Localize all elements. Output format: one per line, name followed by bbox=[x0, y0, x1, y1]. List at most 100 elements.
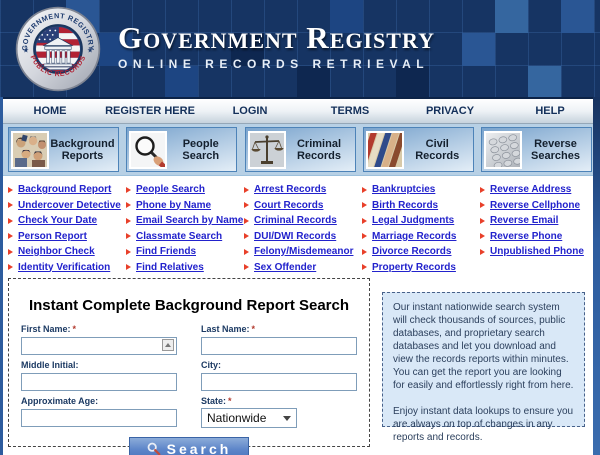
link-arrow-icon bbox=[244, 249, 249, 255]
link-arrow-icon bbox=[244, 233, 249, 239]
link-dui-dwi-records[interactable]: DUI/DWI Records bbox=[244, 231, 356, 242]
link-reverse-address[interactable]: Reverse Address bbox=[480, 184, 592, 195]
last-name-input[interactable] bbox=[201, 337, 357, 355]
link-arrow-icon bbox=[362, 249, 367, 255]
state-select[interactable]: Nationwide bbox=[201, 408, 297, 428]
link-background-report[interactable]: Background Report bbox=[8, 184, 120, 195]
category-band: Background Reports People Search bbox=[0, 124, 600, 176]
category-label: People Search bbox=[167, 138, 234, 162]
nav-item-privacy[interactable]: PRIVACY bbox=[400, 99, 500, 123]
link-arrow-icon bbox=[126, 233, 131, 239]
nav-item-help[interactable]: HELP bbox=[500, 99, 600, 123]
search-button[interactable]: Search bbox=[129, 437, 249, 455]
first-name-label: First Name:* bbox=[21, 324, 177, 334]
page-right-border bbox=[593, 97, 600, 455]
link-felony-misdemeanor[interactable]: Felony/Misdemeanor bbox=[244, 246, 356, 257]
category-label: Background Reports bbox=[49, 138, 116, 162]
quick-links: Background Report Undercover Detective C… bbox=[0, 176, 600, 276]
autofill-icon[interactable] bbox=[162, 339, 174, 351]
link-court-records[interactable]: Court Records bbox=[244, 200, 356, 211]
link-sex-offender[interactable]: Sex Offender bbox=[244, 262, 356, 273]
link-arrow-icon bbox=[126, 264, 131, 270]
link-arrow-icon bbox=[126, 202, 131, 208]
approximate-age-input[interactable] bbox=[21, 409, 177, 427]
link-email-search-by-name[interactable]: Email Search by Name bbox=[126, 215, 238, 226]
link-column-civil-records: Bankruptcies Birth Records Legal Judgmen… bbox=[362, 184, 474, 276]
link-legal-judgments[interactable]: Legal Judgments bbox=[362, 215, 474, 226]
link-arrow-icon bbox=[244, 218, 249, 224]
flag-image bbox=[36, 27, 80, 71]
form-title: Instant Complete Background Report Searc… bbox=[21, 297, 357, 314]
first-name-input[interactable] bbox=[21, 337, 177, 355]
info-paragraph: Our instant nationwide search system wil… bbox=[393, 301, 574, 392]
category-label: Criminal Records bbox=[286, 138, 353, 162]
category-people-search[interactable]: People Search bbox=[126, 127, 237, 172]
category-background-reports[interactable]: Background Reports bbox=[8, 127, 119, 172]
nav-item-terms[interactable]: TERMS bbox=[300, 99, 400, 123]
info-box: Our instant nationwide search system wil… bbox=[382, 292, 585, 427]
link-marriage-records[interactable]: Marriage Records bbox=[362, 231, 474, 242]
mosaic-square bbox=[462, 33, 495, 66]
nav-item-home[interactable]: HOME bbox=[0, 99, 100, 123]
link-arrow-icon bbox=[362, 202, 367, 208]
category-reverse-searches[interactable]: Reverse Searches bbox=[481, 127, 592, 172]
chevron-down-icon bbox=[283, 416, 291, 421]
seal-star-right-icon: ★ bbox=[87, 47, 93, 55]
site-subtitle: ONLINE RECORDS RETRIEVAL bbox=[118, 57, 435, 71]
category-label: Reverse Searches bbox=[522, 138, 589, 162]
middle-initial-label: Middle Initial: bbox=[21, 360, 177, 370]
link-divorce-records[interactable]: Divorce Records bbox=[362, 246, 474, 257]
link-phone-by-name[interactable]: Phone by Name bbox=[126, 200, 238, 211]
middle-initial-input[interactable] bbox=[21, 373, 177, 391]
link-arrest-records[interactable]: Arrest Records bbox=[244, 184, 356, 195]
nav-item-login[interactable]: LOGIN bbox=[200, 99, 300, 123]
link-column-people-search: People Search Phone by Name Email Search… bbox=[126, 184, 238, 276]
link-people-search[interactable]: People Search bbox=[126, 184, 238, 195]
link-find-friends[interactable]: Find Friends bbox=[126, 246, 238, 257]
link-find-relatives[interactable]: Find Relatives bbox=[126, 262, 238, 273]
last-name-field: Last Name:* bbox=[201, 324, 357, 355]
link-arrow-icon bbox=[480, 202, 485, 208]
city-input[interactable] bbox=[201, 373, 357, 391]
link-column-reverse-searches: Reverse Address Reverse Cellphone Revers… bbox=[480, 184, 592, 276]
link-unpublished-phone[interactable]: Unpublished Phone bbox=[480, 246, 592, 257]
link-identity-verification[interactable]: Identity Verification bbox=[8, 262, 120, 273]
main-nav: HOME REGISTER HERE LOGIN TERMS PRIVACY H… bbox=[0, 97, 600, 124]
city-label: City: bbox=[201, 360, 357, 370]
link-arrow-icon bbox=[244, 187, 249, 193]
link-person-report[interactable]: Person Report bbox=[8, 231, 120, 242]
info-paragraph: Enjoy instant data lookups to ensure you… bbox=[393, 405, 574, 444]
link-neighbor-check[interactable]: Neighbor Check bbox=[8, 246, 120, 257]
nav-item-register-here[interactable]: REGISTER HERE bbox=[100, 99, 200, 123]
link-property-records[interactable]: Property Records bbox=[362, 262, 474, 273]
link-reverse-email[interactable]: Reverse Email bbox=[480, 215, 592, 226]
link-classmate-search[interactable]: Classmate Search bbox=[126, 231, 238, 242]
link-bankruptcies[interactable]: Bankruptcies bbox=[362, 184, 474, 195]
phone-keypad-photo bbox=[484, 131, 522, 169]
link-undercover-detective[interactable]: Undercover Detective bbox=[8, 200, 120, 211]
search-icon bbox=[147, 442, 161, 455]
link-criminal-records[interactable]: Criminal Records bbox=[244, 215, 356, 226]
last-name-label: Last Name:* bbox=[201, 324, 357, 334]
mosaic-square bbox=[561, 0, 594, 33]
link-arrow-icon bbox=[8, 249, 13, 255]
link-check-your-date[interactable]: Check Your Date bbox=[8, 215, 120, 226]
seal-star-left-icon: ★ bbox=[23, 47, 29, 55]
category-criminal-records[interactable]: Criminal Records bbox=[245, 127, 356, 172]
link-arrow-icon bbox=[126, 187, 131, 193]
link-column-background-reports: Background Report Undercover Detective C… bbox=[8, 184, 120, 276]
link-arrow-icon bbox=[362, 233, 367, 239]
justice-scales-photo bbox=[248, 131, 286, 169]
link-arrow-icon bbox=[480, 218, 485, 224]
link-arrow-icon bbox=[8, 187, 13, 193]
category-civil-records[interactable]: Civil Records bbox=[363, 127, 474, 172]
link-arrow-icon bbox=[480, 249, 485, 255]
colored-pencils-photo bbox=[366, 131, 404, 169]
link-birth-records[interactable]: Birth Records bbox=[362, 200, 474, 211]
page-left-border bbox=[0, 97, 3, 455]
link-reverse-phone[interactable]: Reverse Phone bbox=[480, 231, 592, 242]
link-arrow-icon bbox=[244, 264, 249, 270]
magnifying-glass-photo bbox=[129, 131, 167, 169]
link-arrow-icon bbox=[362, 218, 367, 224]
link-reverse-cellphone[interactable]: Reverse Cellphone bbox=[480, 200, 592, 211]
